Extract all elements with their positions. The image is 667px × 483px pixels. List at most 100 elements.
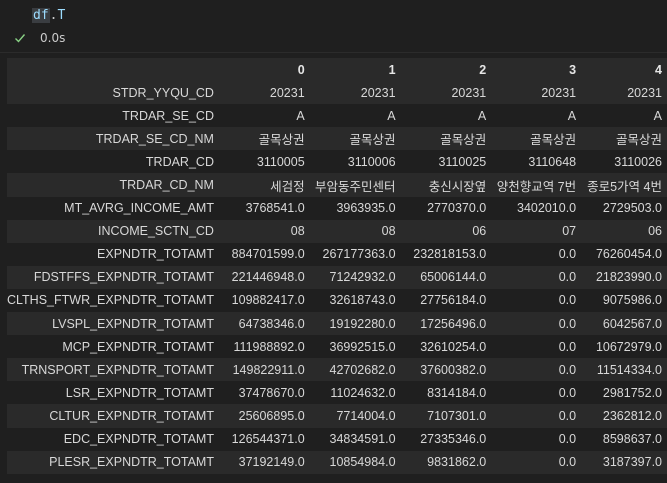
table-cell: 3110025: [438, 154, 487, 169]
table-cell: 32610254.0: [420, 339, 487, 354]
table-row: MCP_EXPNDTR_TOTAMT 111988892.0 36992515.0 3…: [7, 335, 667, 359]
column-header: 1: [309, 58, 401, 82]
table-row: LVSPL_EXPNDTR_TOTAMT 64738346.0 19192280.0…: [7, 312, 667, 336]
table-cell: 9075986.0: [602, 293, 662, 308]
row-label: TRDAR_CD: [145, 154, 214, 169]
table-cell: 3768541.0: [245, 201, 305, 216]
table-row: TRDAR_SE_CD A A A A A: [7, 104, 667, 128]
table-cell: 37600382.0: [420, 362, 487, 377]
index-header: [7, 58, 219, 82]
table-cell: 골목상권: [615, 133, 662, 148]
table-cell: 종로5가역 4번: [587, 179, 662, 194]
table-row: TRDAR_SE_CD_NM 골목상권 골목상권 골목상권 골목상권 골목상권: [7, 127, 667, 151]
table-cell: 7714004.0: [336, 408, 396, 423]
table-cell: 19192280.0: [329, 316, 396, 331]
table-cell: 2729503.0: [602, 201, 662, 216]
code-editor-line[interactable]: df.T: [32, 7, 65, 25]
table-cell: A: [296, 108, 305, 123]
table-cell: 109882417.0: [231, 293, 305, 308]
table-cell: A: [653, 108, 662, 123]
column-header: 2: [400, 58, 492, 82]
table-row: FDSTFFS_EXPNDTR_TOTAMT 221446948.0 7124293…: [7, 265, 667, 289]
header-row: 01234: [7, 58, 667, 82]
table-row: INCOME_SCTN_CD 08 08 06 07 06: [7, 219, 667, 243]
table-body: STDR_YYQU_CD 20231 20231 20231 20231 20231 TRD…: [7, 81, 667, 474]
row-label: TRDAR_CD_NM: [119, 178, 214, 193]
table-cell: 20231: [627, 85, 662, 100]
table-cell: 149822911.0: [232, 362, 305, 377]
row-label: LVSPL_EXPNDTR_TOTAMT: [52, 316, 214, 331]
row-label: MT_AVRG_INCOME_AMT: [64, 201, 214, 216]
table-cell: 27335346.0: [420, 432, 487, 447]
code-cell[interactable]: df.T 0.0s: [0, 0, 667, 52]
table-cell: 0.0: [558, 408, 577, 423]
table-cell: 골목상권: [530, 133, 577, 148]
table-cell: 65006144.0: [420, 270, 487, 285]
table-cell: 골목상권: [258, 133, 305, 148]
execution-time: 0.0s: [40, 31, 66, 45]
table-cell: 6042567.0: [602, 316, 662, 331]
code-token-attribute: T: [57, 8, 66, 23]
table-cell: 11514334.0: [596, 362, 662, 377]
row-label: EDC_EXPNDTR_TOTAMT: [63, 432, 214, 447]
table-cell: 3402010.0: [517, 201, 577, 216]
table-cell: 884701599.0: [231, 247, 305, 262]
table-cell: 10672979.0: [595, 339, 662, 354]
row-label: LSR_EXPNDTR_TOTAMT: [65, 385, 214, 400]
table-cell: 20231: [360, 85, 396, 100]
table-cell: 76260454.0: [595, 247, 662, 262]
table-cell: 2981752.0: [602, 385, 662, 400]
table-cell: 0.0: [558, 316, 577, 331]
table-row: EDC_EXPNDTR_TOTAMT 126544371.0 34834591.0 2…: [7, 427, 667, 451]
table-row: TRDAR_CD_NM 세검정 부암동주민센터 충신시장옆 양천향교역 7번 종로5가역 …: [7, 173, 667, 197]
table-cell: 3187397.0: [602, 455, 662, 470]
table-cell: A: [567, 108, 577, 123]
row-label: CLTHS_FTWR_EXPNDTR_TOTAMT: [7, 293, 214, 308]
check-icon: [15, 34, 26, 43]
table-row: EXPNDTR_TOTAMT 884701599.0 267177363.0 2328…: [7, 242, 667, 266]
dataframe-table: 01234 STDR_YYQU_CD 20231 20231 20231 20231 20…: [7, 58, 667, 474]
table-row: TRDAR_CD 3110005 3110006 3110025 3110648 3110…: [7, 150, 667, 174]
table-header: 01234: [7, 58, 667, 82]
table-cell: 부암동주민센터: [315, 179, 396, 194]
table-cell: 11024632.0: [330, 385, 396, 400]
table-cell: 0.0: [558, 247, 577, 262]
table-cell: 세검정: [270, 179, 305, 194]
table-cell: 3110006: [347, 154, 396, 169]
table-cell: 7107301.0: [427, 408, 487, 423]
table-cell: 42702682.0: [329, 362, 396, 377]
table-cell: 221446948.0: [231, 270, 305, 285]
table-cell: 8314184.0: [427, 385, 487, 400]
table-cell: 232818153.0: [413, 247, 487, 262]
table-row: STDR_YYQU_CD 20231 20231 20231 20231 20231: [7, 81, 667, 105]
table-cell: 267177363.0: [322, 247, 396, 262]
cell-execution-status: 0.0s: [14, 31, 65, 45]
column-header: 4: [581, 58, 667, 82]
row-label: INCOME_SCTN_CD: [97, 224, 214, 239]
table-cell: 20231: [451, 85, 487, 100]
table-cell: 양천향교역 7번: [496, 179, 577, 194]
table-row: CLTUR_EXPNDTR_TOTAMT 25606895.0 7714004.0 7…: [7, 404, 667, 428]
table-row: PLESR_EXPNDTR_TOTAMT 37192149.0 10854984.0…: [7, 450, 667, 474]
table-row: LSR_EXPNDTR_TOTAMT 37478670.0 11024632.0 83…: [7, 381, 667, 405]
table-cell: 0.0: [558, 293, 577, 308]
table-cell: 3110005: [256, 154, 305, 169]
table-cell: A: [387, 108, 396, 123]
table-cell: 126544371.0: [231, 432, 305, 447]
table-row: CLTHS_FTWR_EXPNDTR_TOTAMT 109882417.0 3261…: [7, 288, 667, 313]
table-cell: 06: [472, 224, 487, 239]
table-cell: 08: [381, 224, 396, 239]
table-cell: 21823990.0: [595, 270, 662, 285]
table-cell: 3110648: [528, 154, 577, 169]
table-row: MT_AVRG_INCOME_AMT 3768541.0 3963935.0 2770…: [7, 196, 667, 220]
code-token-variable: df: [32, 8, 50, 23]
table-cell: 0.0: [558, 385, 577, 400]
table-cell: A: [477, 108, 487, 123]
row-label: TRNSPORT_EXPNDTR_TOTAMT: [21, 362, 214, 377]
table-cell: 64738346.0: [238, 316, 305, 331]
table-cell: 07: [562, 224, 577, 239]
row-label: TRDAR_SE_CD: [122, 108, 214, 123]
row-label: EXPNDTR_TOTAMT: [97, 247, 214, 262]
table-row: TRNSPORT_EXPNDTR_TOTAMT 149822911.0 427026…: [7, 358, 667, 382]
row-label: TRDAR_SE_CD_NM: [95, 131, 214, 146]
